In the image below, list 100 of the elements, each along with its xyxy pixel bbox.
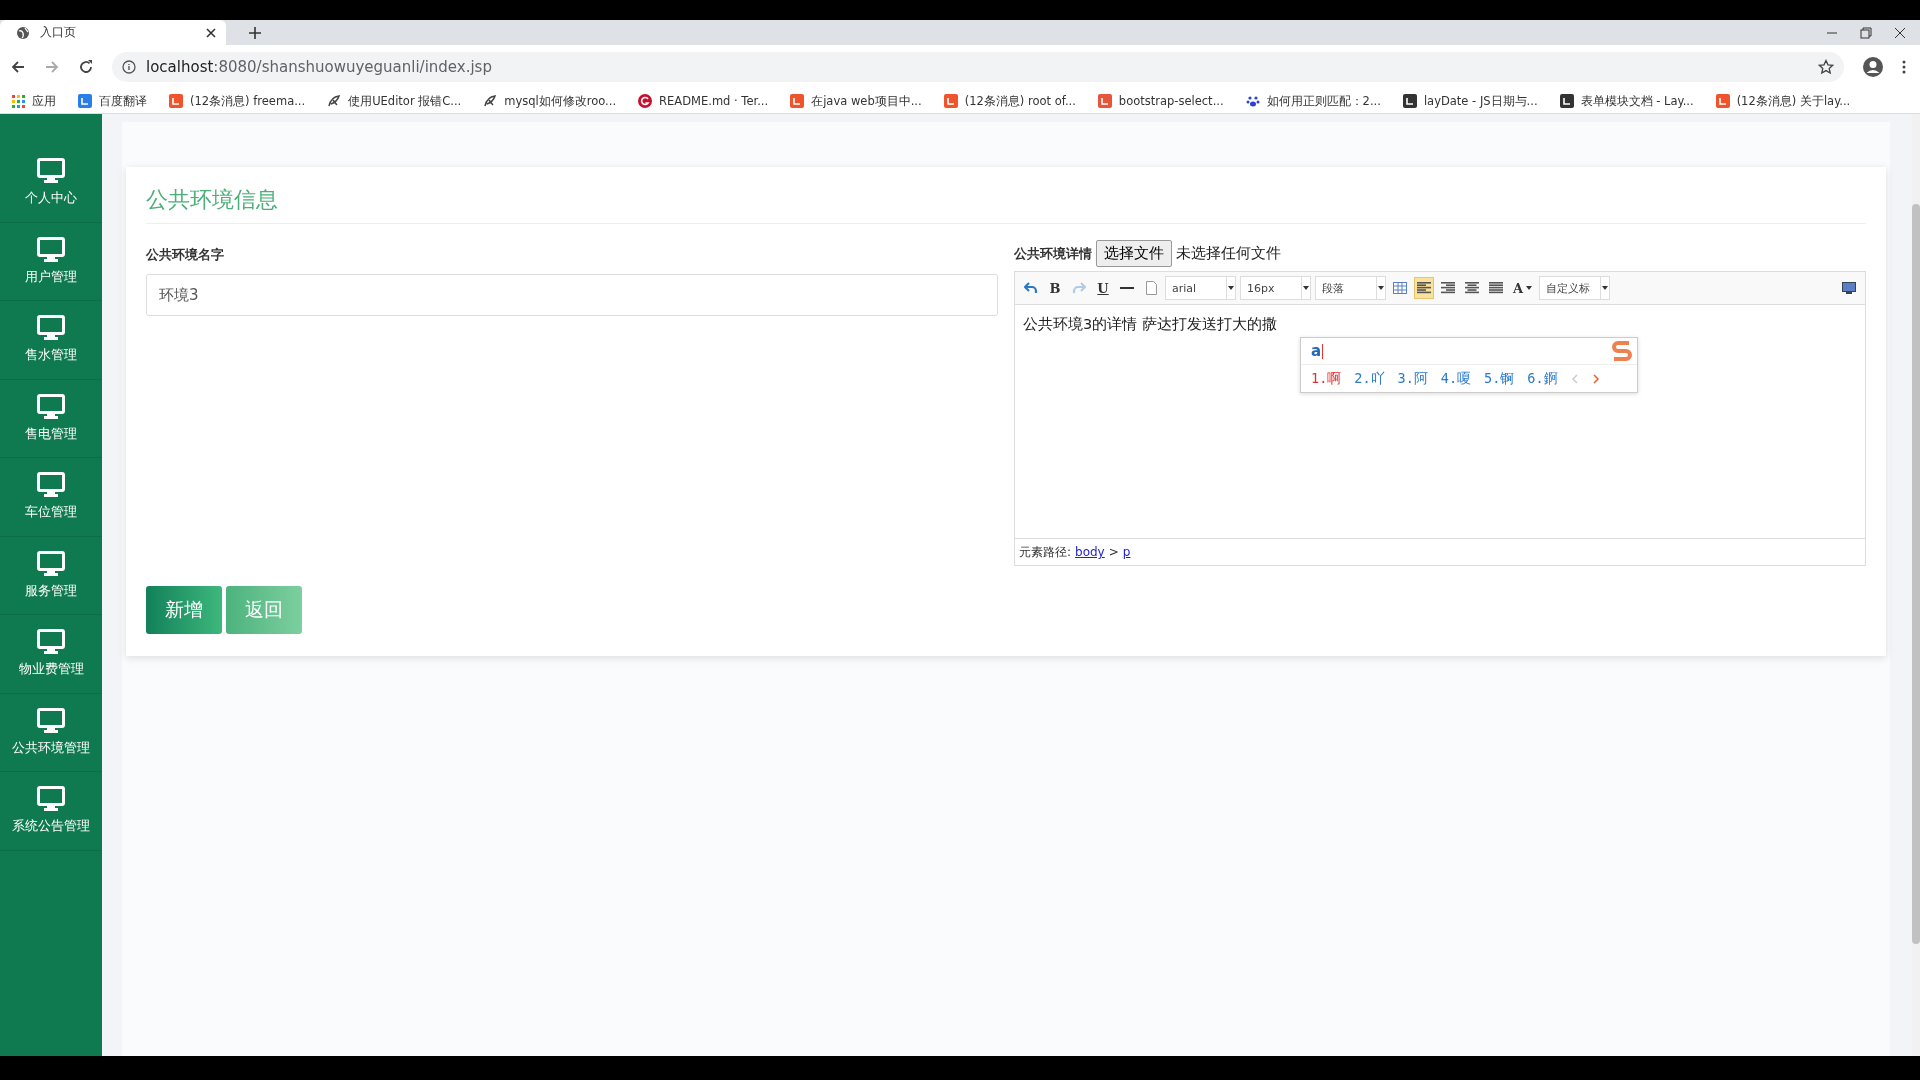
undo-icon bbox=[1024, 282, 1038, 294]
bookmark[interactable]: (12条消息) 关于lay... bbox=[1715, 93, 1851, 109]
bookmark[interactable]: layDate - JS日期与... bbox=[1402, 93, 1538, 109]
candidate[interactable]: 6.錒 bbox=[1527, 369, 1558, 388]
info-icon bbox=[122, 60, 136, 74]
sidebar-label: 个人中心 bbox=[25, 190, 77, 208]
sidebar-label: 物业费管理 bbox=[18, 661, 84, 679]
horizontal-line-icon bbox=[1120, 286, 1134, 290]
tab-title: 入口页 bbox=[40, 24, 77, 41]
s-logo-icon bbox=[1609, 339, 1635, 363]
bookmark[interactable]: README.md · Ter... bbox=[638, 94, 769, 108]
sidebar-item[interactable]: 车位管理 bbox=[0, 458, 102, 537]
name-field[interactable]: 环境3 bbox=[146, 274, 998, 316]
editor-text: 公共环境3的详情 萨达打发送打大的撒 bbox=[1023, 315, 1278, 334]
path-link[interactable]: p bbox=[1122, 545, 1131, 559]
choose-file-button[interactable]: 选择文件 bbox=[1096, 240, 1172, 267]
monitor-icon bbox=[37, 393, 65, 420]
bookmark-label: mysql如何修改roo... bbox=[504, 93, 617, 109]
add-button[interactable]: 新增 bbox=[146, 586, 222, 634]
sidebar-item[interactable]: 物业费管理 bbox=[0, 615, 102, 694]
reload-icon[interactable] bbox=[78, 59, 94, 75]
star-icon[interactable] bbox=[1818, 59, 1834, 75]
bookmark-label: layDate - JS日期与... bbox=[1423, 93, 1538, 109]
monitor-icon bbox=[37, 707, 65, 734]
caret-icon bbox=[1303, 286, 1309, 290]
candidate[interactable]: 1.啊 bbox=[1311, 369, 1342, 388]
feather-icon bbox=[483, 94, 498, 108]
sidebar-item[interactable]: 个人中心 bbox=[0, 144, 102, 223]
more-icon[interactable] bbox=[1902, 60, 1906, 74]
bookmark-label: (12条消息) freema... bbox=[190, 93, 306, 109]
monitor-icon bbox=[37, 629, 65, 656]
bookmark[interactable]: (12条消息) root of... bbox=[943, 93, 1076, 109]
sidebar-item[interactable]: 系统公告管理 bbox=[0, 772, 102, 851]
scrollbar-thumb[interactable] bbox=[1912, 204, 1920, 944]
site-icon bbox=[169, 94, 183, 108]
bookmark[interactable]: 如何用正则匹配：2... bbox=[1245, 93, 1381, 109]
toolbar-dropdown[interactable]: arial bbox=[1165, 276, 1236, 300]
candidate[interactable]: 2.吖 bbox=[1354, 369, 1385, 388]
bookmark[interactable]: 在java web项目中... bbox=[790, 93, 922, 109]
bookmark[interactable]: mysql如何修改roo... bbox=[483, 93, 617, 109]
close-window-icon[interactable] bbox=[1894, 26, 1906, 39]
bookmark-label: 百度翻译 bbox=[99, 93, 147, 109]
page-icon bbox=[1145, 281, 1157, 295]
toolbar-dropdown[interactable]: 段落 bbox=[1315, 276, 1386, 300]
form-title: 公共环境信息 bbox=[146, 185, 1866, 224]
bookmark[interactable]: (12条消息) freema... bbox=[169, 93, 306, 109]
sidebar-item[interactable]: 服务管理 bbox=[0, 536, 102, 615]
back-icon[interactable] bbox=[10, 59, 26, 75]
next-page-icon[interactable] bbox=[1591, 373, 1600, 384]
restore-icon[interactable] bbox=[1860, 26, 1872, 39]
sidebar-label: 售水管理 bbox=[25, 347, 77, 365]
bookmark[interactable]: 使用UEditor 报错C... bbox=[327, 93, 462, 109]
bookmark-label: 应用 bbox=[32, 93, 56, 109]
align-button[interactable] bbox=[1414, 277, 1434, 299]
monitor-icon bbox=[1842, 282, 1856, 294]
bookmark-label: 在java web项目中... bbox=[811, 93, 922, 109]
site-icon bbox=[1715, 94, 1730, 108]
browser-tab[interactable]: 入口页 bbox=[0, 20, 226, 45]
new-tab-icon[interactable] bbox=[248, 25, 262, 40]
bookmark-label: 表单模块文档 - Lay... bbox=[1580, 93, 1694, 109]
monitor-icon bbox=[37, 158, 65, 185]
sidebar-item[interactable]: 公共环境管理 bbox=[0, 693, 102, 772]
site-icon bbox=[638, 94, 653, 108]
site-icon bbox=[943, 94, 958, 108]
format-button[interactable]: B bbox=[1045, 277, 1065, 299]
path-link[interactable]: body bbox=[1075, 545, 1105, 559]
toolbar-dropdown[interactable]: 16px bbox=[1240, 276, 1311, 300]
close-icon[interactable] bbox=[206, 27, 216, 38]
field-label: 公共环境名字 bbox=[146, 246, 225, 264]
caret-icon bbox=[1602, 286, 1609, 290]
toolbar-dropdown[interactable]: 自定义标 bbox=[1539, 276, 1611, 300]
monitor-icon bbox=[37, 550, 65, 577]
sidebar-item[interactable]: 售水管理 bbox=[0, 301, 102, 380]
candidate[interactable]: 3.阿 bbox=[1397, 369, 1428, 388]
paw-icon bbox=[1245, 94, 1260, 108]
bookmark[interactable]: 百度翻译 bbox=[78, 93, 147, 109]
monitor-icon bbox=[37, 472, 65, 499]
apps-grid-icon bbox=[12, 94, 25, 108]
align-icon bbox=[1465, 282, 1479, 294]
font-color-button[interactable]: A bbox=[1510, 277, 1536, 299]
sidebar-item[interactable]: 用户管理 bbox=[0, 222, 102, 301]
candidate[interactable]: 5.锕 bbox=[1484, 369, 1515, 388]
bookmark-label: (12条消息) 关于lay... bbox=[1736, 93, 1851, 109]
format-button[interactable]: U bbox=[1093, 277, 1113, 299]
candidate[interactable]: 4.嗄 bbox=[1440, 369, 1472, 388]
sidebar-label: 售电管理 bbox=[25, 425, 77, 443]
profile-icon[interactable] bbox=[1862, 56, 1884, 78]
sidebar-label: 公共环境管理 bbox=[12, 739, 90, 757]
bookmark[interactable]: 应用 bbox=[12, 93, 56, 109]
sidebar-label: 服务管理 bbox=[25, 582, 77, 600]
bookmark[interactable]: 表单模块文档 - Lay... bbox=[1559, 93, 1694, 109]
caret-icon bbox=[1228, 286, 1234, 290]
globe-icon bbox=[16, 25, 30, 40]
bookmark-label: README.md · Ter... bbox=[659, 94, 769, 108]
caret-icon bbox=[1526, 286, 1533, 290]
bookmark[interactable]: bootstrap-select... bbox=[1097, 94, 1224, 108]
site-icon bbox=[1559, 94, 1574, 108]
address-field[interactable]: localhost:8080/shanshuowuyeguanli/index.jsp bbox=[112, 52, 1844, 82]
bookmark-label: 如何用正则匹配：2... bbox=[1266, 93, 1381, 109]
sidebar-item[interactable]: 售电管理 bbox=[0, 379, 102, 458]
